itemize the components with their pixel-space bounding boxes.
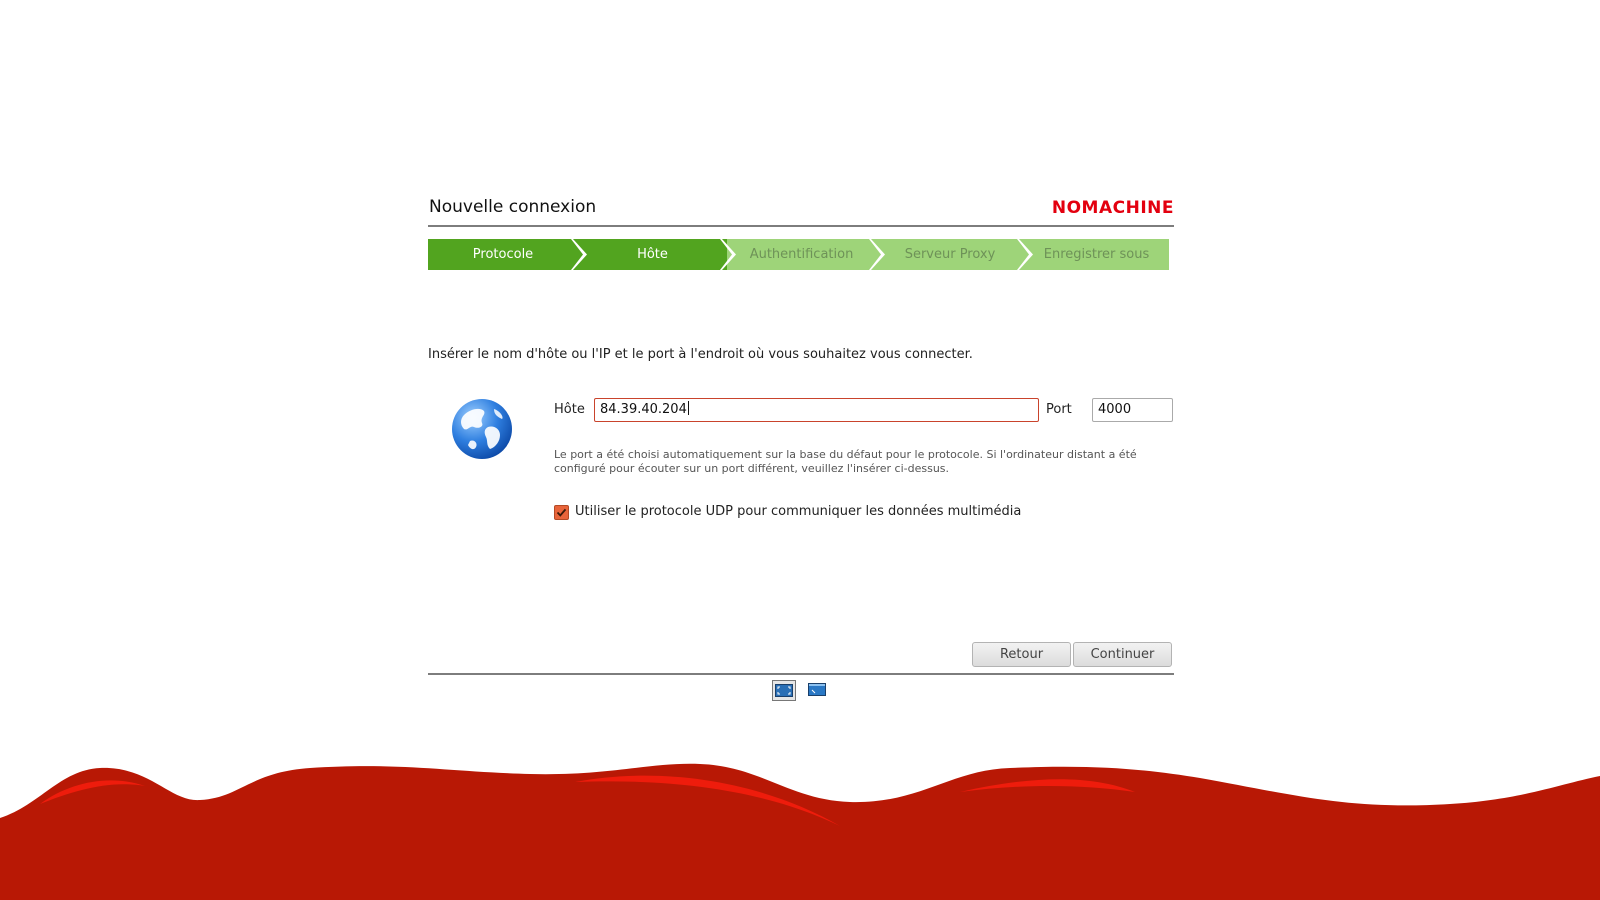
step-label: Authentification — [749, 247, 854, 262]
step-label: Serveur Proxy — [904, 247, 996, 262]
udp-checkbox-label[interactable]: Utiliser le protocole UDP pour communiqu… — [575, 504, 1021, 519]
step-enregistrer-sous: Enregistrer sous — [1024, 239, 1169, 270]
red-wave-decoration — [0, 763, 1600, 900]
globe-icon — [452, 399, 512, 459]
text-caret — [687, 401, 689, 415]
back-button[interactable]: Retour — [972, 642, 1071, 667]
step-separator-icon — [869, 239, 885, 270]
fullscreen-view-icon — [775, 684, 793, 697]
step-label: Enregistrer sous — [1043, 247, 1150, 262]
window-view-button[interactable] — [806, 680, 828, 699]
nomachine-logo: NOMACHINE — [1051, 198, 1174, 218]
checkmark-icon — [556, 508, 567, 517]
step-label: Protocole — [472, 247, 534, 262]
continue-button[interactable]: Continuer — [1073, 642, 1172, 667]
step-label: Hôte — [637, 247, 668, 262]
host-value: 84.39.40.204 — [600, 402, 687, 417]
step-hote: Hôte — [578, 239, 727, 270]
host-input[interactable]: 84.39.40.204 — [594, 398, 1039, 422]
port-hint-text: Le port a été choisi automatiquement sur… — [554, 448, 1137, 475]
port-value: 4000 — [1098, 402, 1132, 417]
step-separator-icon — [720, 239, 736, 270]
udp-checkbox[interactable] — [554, 505, 569, 520]
step-serveur-proxy: Serveur Proxy — [876, 239, 1024, 270]
footer-divider — [428, 673, 1174, 675]
step-authentification: Authentification — [727, 239, 876, 270]
port-label: Port — [1046, 402, 1072, 417]
window-view-icon — [808, 683, 826, 696]
step-separator-icon — [1017, 239, 1033, 270]
port-input[interactable]: 4000 — [1092, 398, 1173, 422]
instruction-text: Insérer le nom d'hôte ou l'IP et le port… — [428, 347, 973, 362]
wizard-steps: Protocole Hôte Authentification Serveur … — [428, 239, 1169, 270]
dialog-header: Nouvelle connexion NOMACHINE — [428, 190, 1174, 227]
host-label: Hôte — [554, 402, 585, 417]
step-separator-icon — [571, 239, 587, 270]
step-protocole: Protocole — [428, 239, 578, 270]
fullscreen-view-button[interactable] — [772, 680, 796, 701]
page-title: Nouvelle connexion — [429, 197, 597, 217]
header-divider — [428, 225, 1174, 227]
